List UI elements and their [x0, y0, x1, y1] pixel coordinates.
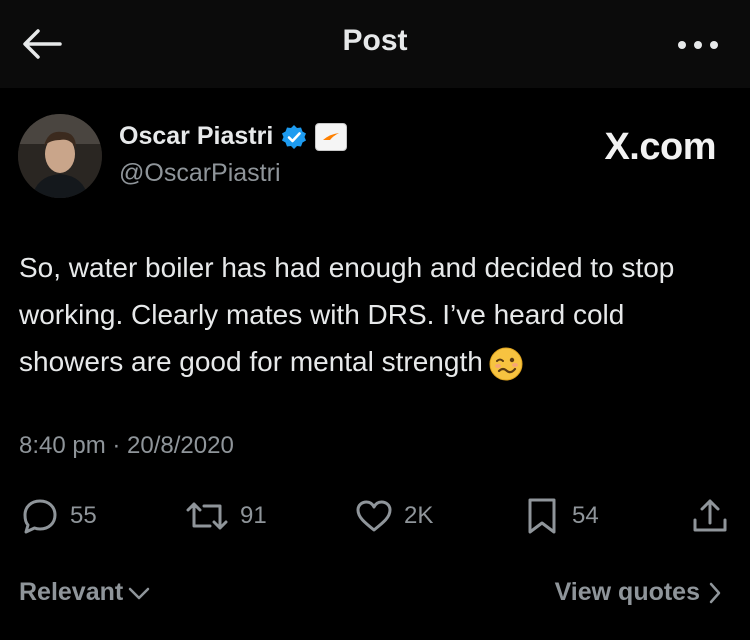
- reply-icon: [23, 499, 57, 534]
- like-button[interactable]: 2K: [354, 494, 433, 538]
- repost-icon: [186, 502, 228, 530]
- page-title: Post: [342, 24, 408, 57]
- repost-count: 91: [240, 502, 267, 529]
- mclaren-affiliate-badge[interactable]: [315, 122, 348, 151]
- top-bar: Post: [0, 0, 750, 88]
- post-text: So, water boiler has had enough and deci…: [19, 244, 731, 385]
- bookmark-icon: [528, 498, 556, 534]
- view-quotes-link[interactable]: View quotes: [555, 578, 722, 607]
- view-quotes-label: View quotes: [554, 578, 700, 606]
- repost-button[interactable]: 91: [184, 494, 267, 538]
- profile-photo: [18, 114, 102, 198]
- post-body: So, water boiler has had enough and deci…: [19, 252, 675, 377]
- share-button[interactable]: [690, 494, 730, 538]
- verified-badge-icon: [282, 124, 307, 149]
- post-timestamp[interactable]: 8:40 pm · 20/8/2020: [19, 432, 234, 460]
- reply-count: 55: [70, 502, 97, 529]
- author-name[interactable]: Oscar Piastri: [119, 122, 273, 151]
- woozy-face-emoji: [489, 347, 523, 381]
- action-bar: 55 91 2K 54: [0, 494, 750, 538]
- reply-button[interactable]: 55: [20, 494, 97, 538]
- chevron-right-icon: [709, 582, 721, 603]
- chevron-down-icon: [128, 587, 150, 599]
- bookmark-count: 54: [572, 502, 599, 529]
- heart-icon: [356, 500, 392, 532]
- replies-sort-bar: Relevant View quotes: [0, 578, 750, 614]
- x-com-watermark: X.com: [604, 126, 716, 168]
- sort-label: Relevant: [19, 578, 124, 606]
- sort-replies-dropdown[interactable]: Relevant: [19, 578, 151, 607]
- like-count: 2K: [404, 502, 434, 529]
- more-options-button[interactable]: [676, 38, 720, 52]
- mclaren-swoosh-icon: [323, 132, 340, 140]
- avatar[interactable]: [18, 114, 102, 198]
- share-icon: [693, 499, 727, 532]
- bookmark-button[interactable]: 54: [522, 494, 599, 538]
- author-name-row[interactable]: Oscar Piastri: [119, 122, 348, 151]
- author-handle[interactable]: @OscarPiastri: [119, 159, 281, 188]
- ellipsis-icon: [678, 41, 718, 49]
